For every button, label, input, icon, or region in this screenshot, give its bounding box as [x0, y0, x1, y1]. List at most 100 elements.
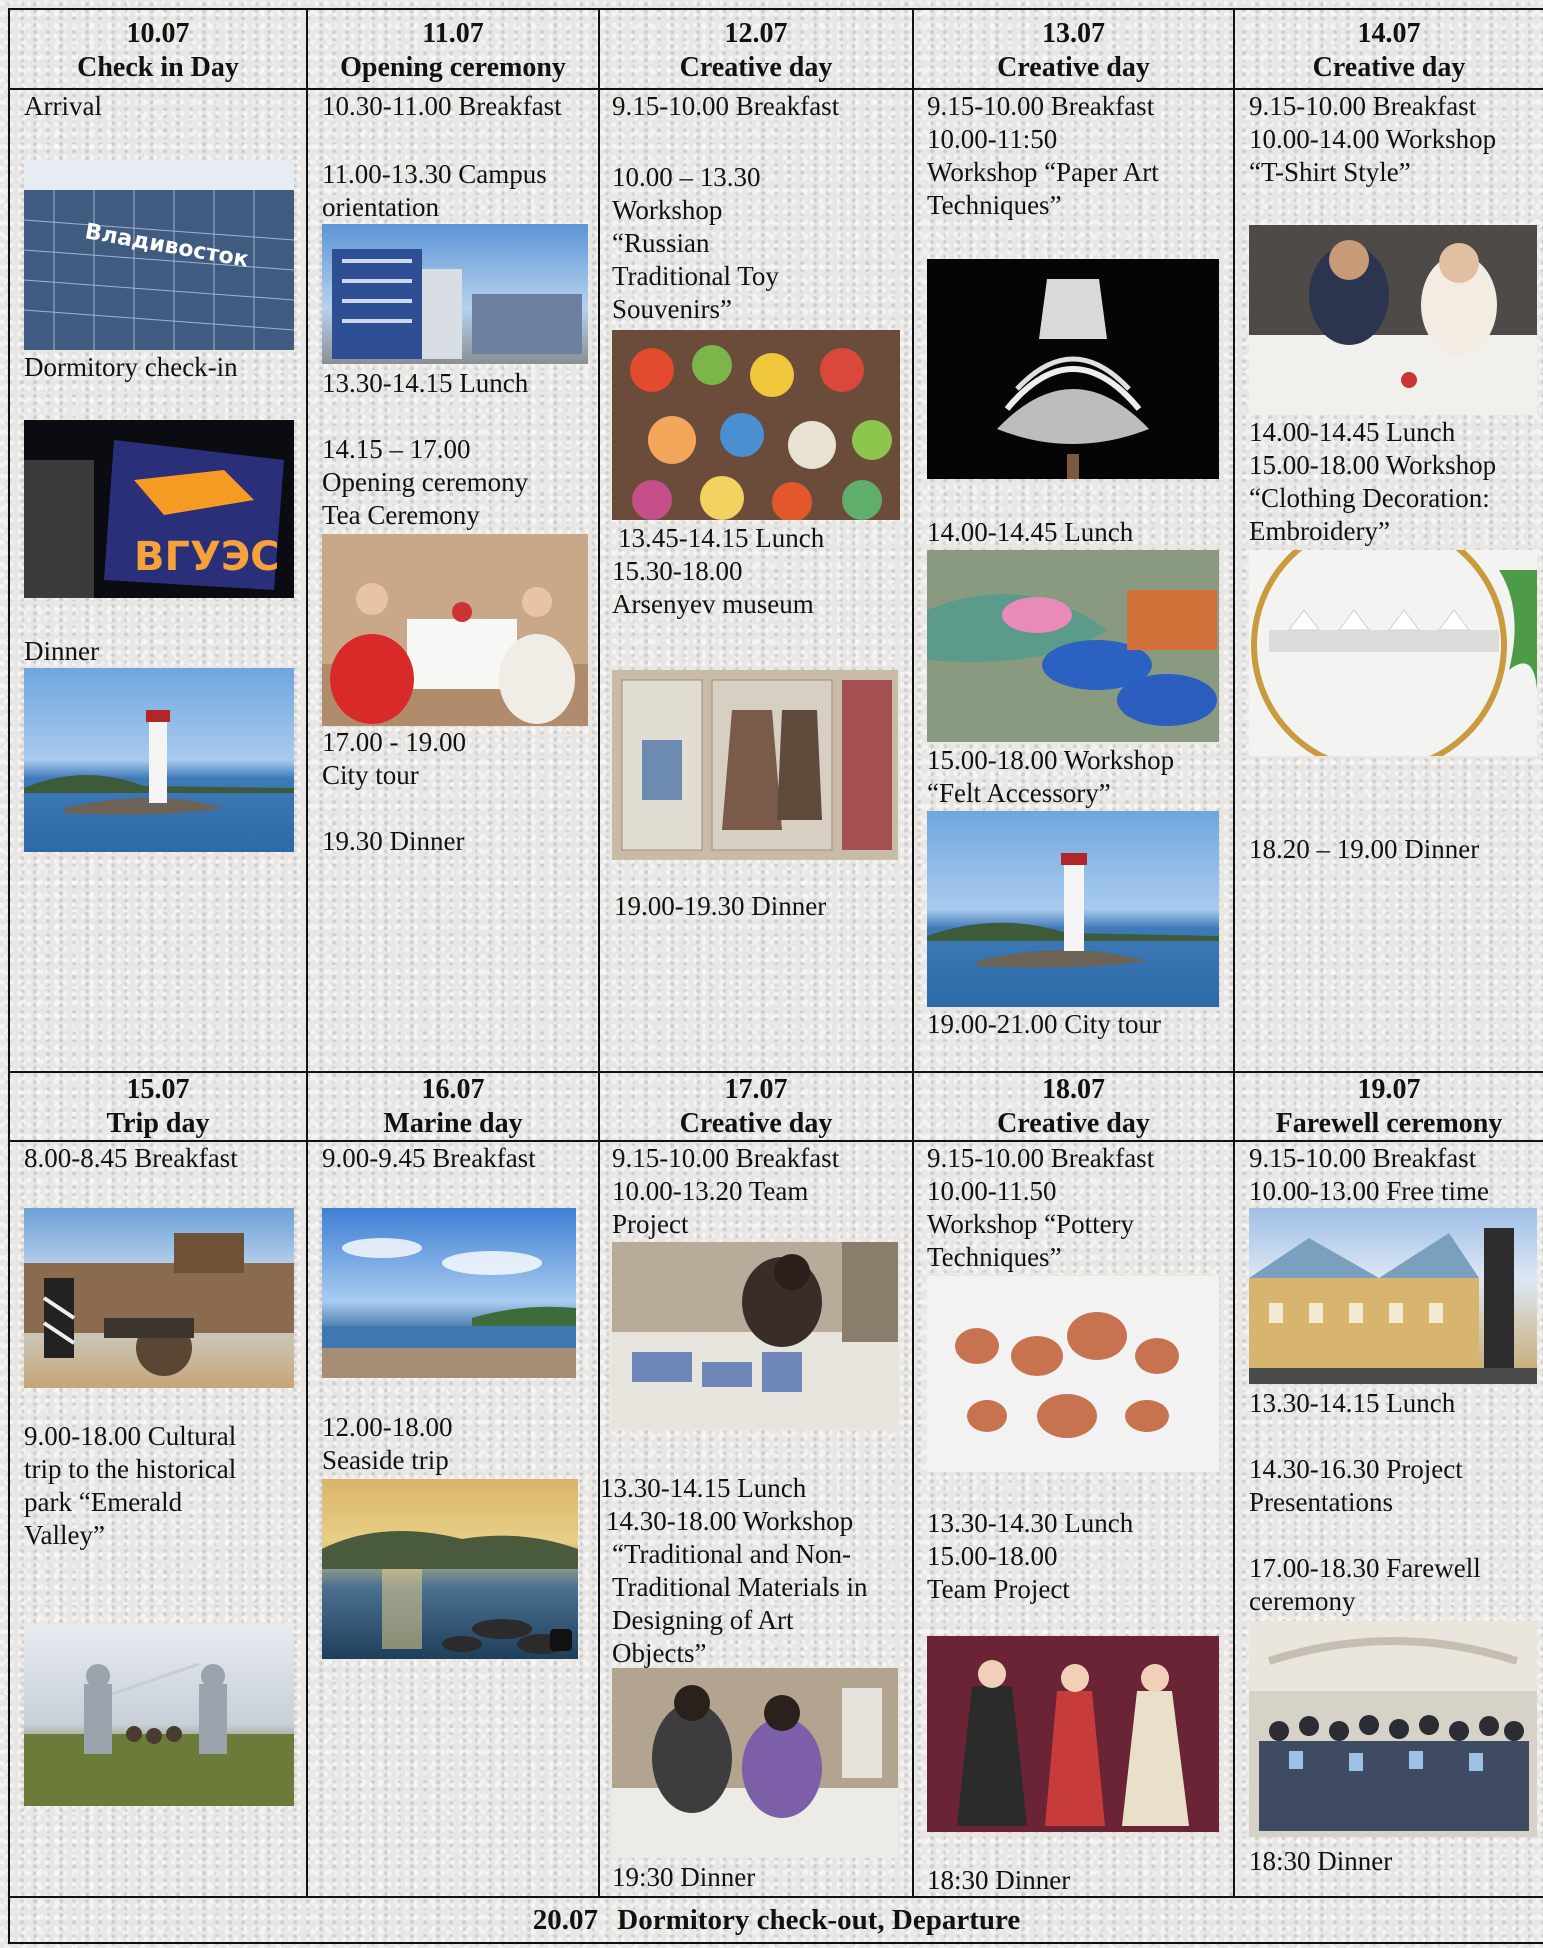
- schedule-line: 19.00-21.00 City tour: [927, 1009, 1161, 1039]
- schedule-line: 13.30-14.15 Lunch: [600, 1473, 807, 1503]
- schedule-line: Seaside trip: [322, 1445, 449, 1475]
- felt-slippers-photo: [927, 550, 1219, 742]
- day-header: 18.07 Creative day: [914, 1073, 1233, 1141]
- schedule-line: trip to the historical: [24, 1454, 237, 1484]
- day-date: 19.07: [1357, 1074, 1421, 1105]
- schedule-line: 12.00-18.00: [322, 1412, 453, 1442]
- day-theme: Check in Day: [77, 52, 239, 83]
- day-header: 16.07 Marine day: [308, 1073, 598, 1141]
- departure-text: Dormitory check-out, Departure: [617, 1904, 1021, 1936]
- grid-line: [8, 8, 1543, 10]
- day-date: 13.07: [1042, 18, 1105, 49]
- grid-line: [912, 8, 914, 1898]
- day-cell-1407: 9.15-10.00 Breakfast 10.00-14.00 Worksho…: [1249, 90, 1541, 1070]
- day-date: 17.07: [724, 1074, 788, 1105]
- grid-line: [8, 1942, 1543, 1944]
- schedule-line: 15.00-18.00 Workshop: [1249, 450, 1497, 480]
- day-cell-1007: Arrival Владивосток Dormitory check-in В…: [24, 90, 304, 1070]
- schedule-line: 10.30-11.00 Breakfast: [322, 91, 562, 121]
- schedule-line: Embroidery”: [1249, 516, 1390, 546]
- schedule-line: 18:30 Dinner: [927, 1865, 1071, 1895]
- schedule-line: 10.00-13.20 Team: [612, 1176, 809, 1206]
- schedule-line: “Clothing Decoration:: [1249, 483, 1490, 513]
- schedule-line: 9.15-10.00 Breakfast: [1249, 1143, 1477, 1173]
- schedule-line: 19.30 Dinner: [322, 826, 465, 856]
- schedule-line: Traditional Materials in: [612, 1572, 868, 1602]
- lighthouse-photo: [927, 811, 1219, 1007]
- schedule-line: Dinner: [24, 636, 99, 666]
- day-theme: Creative day: [679, 1108, 833, 1139]
- schedule-line: 14.15 – 17.00: [322, 434, 471, 464]
- schedule-line: Dormitory check-in: [24, 352, 238, 382]
- university-sign-photo: ВГУЭС: [24, 420, 294, 598]
- schedule-line: 13.30-14.15 Lunch: [322, 368, 529, 398]
- schedule-line: 13.30-14.15 Lunch: [1249, 1388, 1456, 1418]
- day-cell-1207: 9.15-10.00 Breakfast 10.00 – 13.30 Works…: [612, 90, 910, 1070]
- schedule-line: Opening ceremony: [322, 467, 529, 497]
- schedule-line: 10.00-11:50: [927, 124, 1058, 154]
- pottery-photo: [927, 1276, 1219, 1472]
- schedule-line: 10.00-11.50: [927, 1176, 1057, 1206]
- historical-park-photo: [24, 1208, 294, 1388]
- schedule-line: 10.00-13.00 Free time: [1249, 1176, 1489, 1206]
- schedule-line: 15.00-18.00 Workshop: [927, 745, 1175, 775]
- schedule-line: Techniques”: [927, 1242, 1062, 1272]
- day-theme: Creative day: [997, 52, 1150, 83]
- day-theme: Creative day: [679, 52, 833, 83]
- schedule-line: 9.15-10.00 Breakfast: [927, 1143, 1155, 1173]
- departure-row: 20.07 Dormitory check-out, Departure: [10, 1900, 1543, 1940]
- schedule-line: 17.00-18.30 Farewell: [1249, 1553, 1481, 1583]
- seaside-painting-photo: [322, 1479, 578, 1659]
- campus-photo: [322, 224, 588, 364]
- schedule-line: 10.00-14.00 Workshop: [1249, 124, 1497, 154]
- day-header: 15.07 Trip day: [10, 1073, 306, 1141]
- embroidery-photo: [1249, 550, 1537, 756]
- day-theme: Creative day: [1312, 52, 1466, 83]
- day-theme: Farewell ceremony: [1275, 1108, 1503, 1139]
- day-cell-1807: 9.15-10.00 Breakfast 10.00-11.50 Worksho…: [927, 1142, 1231, 1895]
- schedule-line: Designing of Art: [612, 1605, 794, 1635]
- airport-photo: Владивосток: [24, 160, 294, 350]
- schedule-line: orientation: [322, 192, 439, 222]
- day-header: 13.07 Creative day: [914, 17, 1233, 85]
- departure-date: 20.07: [532, 1904, 599, 1936]
- day-date: 15.07: [126, 1074, 190, 1105]
- schedule-line: Project: [612, 1209, 689, 1239]
- day-cell-1107: 10.30-11.00 Breakfast 11.00-13.30 Campus…: [322, 90, 598, 1070]
- schedule-line: “Traditional and Non-: [612, 1539, 851, 1569]
- schedule-line: Traditional Toy: [612, 261, 779, 291]
- schedule-line: Workshop: [612, 195, 723, 225]
- schedule-line: City tour: [322, 760, 419, 790]
- day-header: 14.07 Creative day: [1235, 17, 1543, 85]
- schedule-line: 9.15-10.00 Breakfast: [927, 91, 1155, 121]
- day-theme: Marine day: [383, 1108, 523, 1139]
- schedule-line: “Felt Accessory”: [927, 778, 1111, 808]
- schedule-line: 13.45-14.15 Lunch: [618, 523, 825, 553]
- schedule-line: 18:30 Dinner: [1249, 1846, 1393, 1876]
- schedule-line: Workshop “Pottery: [927, 1209, 1135, 1239]
- schedule-line: 13.30-14.30 Lunch: [927, 1508, 1134, 1538]
- schedule-line: Team Project: [927, 1574, 1070, 1604]
- schedule-line: Arsenyev museum: [612, 589, 814, 619]
- day-theme: Trip day: [106, 1108, 210, 1139]
- schedule-line: 19.00-19.30 Dinner: [614, 891, 827, 921]
- schedule-line: Valley”: [24, 1520, 105, 1550]
- grid-line: [598, 8, 600, 1898]
- grid-line: [306, 8, 308, 1898]
- schedule-line: Souvenirs”: [612, 294, 732, 324]
- schedule-line: “T-Shirt Style”: [1249, 157, 1411, 187]
- team-project-photo: [612, 1242, 898, 1428]
- schedule-line: 9.15-10.00 Breakfast: [612, 91, 840, 121]
- schedule-line: 9.00-18.00 Cultural: [24, 1421, 237, 1451]
- schedule-line: ceremony: [1249, 1586, 1356, 1616]
- museum-photo: [612, 670, 898, 860]
- day-cell-1907: 9.15-10.00 Breakfast 10.00-13.00 Free ti…: [1249, 1142, 1541, 1894]
- schedule-line: 9.15-10.00 Breakfast: [612, 1143, 840, 1173]
- day-cell-1507: 8.00-8.45 Breakfast 9.00-18.00 Cultural …: [24, 1142, 304, 1894]
- schedule-line: 14.00-14.45 Lunch: [927, 517, 1134, 547]
- day-date: 14.07: [1357, 18, 1421, 49]
- schedule-line: 15.00-18.00: [927, 1541, 1058, 1571]
- schedule-line: Tea Ceremony: [322, 500, 480, 530]
- schedule-line: 14.30-16.30 Project: [1249, 1454, 1463, 1484]
- schedule-line: Techniques”: [927, 190, 1062, 220]
